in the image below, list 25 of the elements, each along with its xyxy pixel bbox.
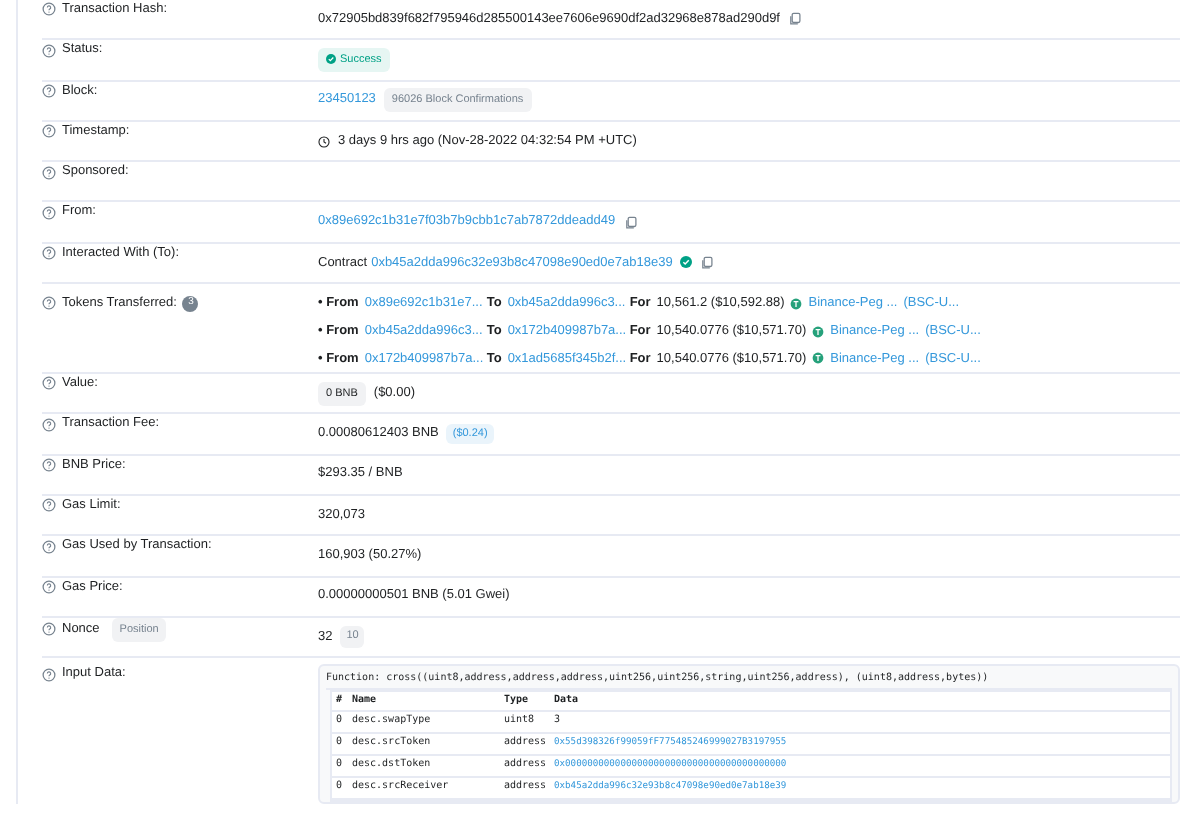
- help-icon: [42, 205, 56, 220]
- help-icon: [42, 165, 56, 180]
- help-icon: [42, 83, 56, 98]
- help-icon: [42, 622, 56, 637]
- help-icon: [42, 2, 56, 17]
- help-icon: [42, 124, 56, 139]
- help-icon: [42, 417, 56, 432]
- copy-icon[interactable]: [700, 255, 715, 270]
- check-icon: [680, 256, 693, 269]
- coin-icon: [812, 352, 825, 365]
- coin-icon: [812, 325, 825, 338]
- help-icon: [42, 246, 56, 261]
- copy-icon[interactable]: [788, 12, 802, 27]
- help-icon: [42, 376, 56, 391]
- help-icon: [42, 579, 56, 594]
- help-icon: [42, 498, 56, 513]
- clock-icon: [318, 135, 330, 148]
- help-icon: [42, 43, 56, 58]
- help-icon: [42, 458, 56, 473]
- help-icon: [42, 667, 56, 682]
- help-icon: [42, 539, 56, 554]
- check-icon: [326, 54, 336, 65]
- copy-icon[interactable]: [623, 215, 638, 230]
- coin-icon: [790, 297, 803, 310]
- help-icon: [42, 296, 56, 311]
